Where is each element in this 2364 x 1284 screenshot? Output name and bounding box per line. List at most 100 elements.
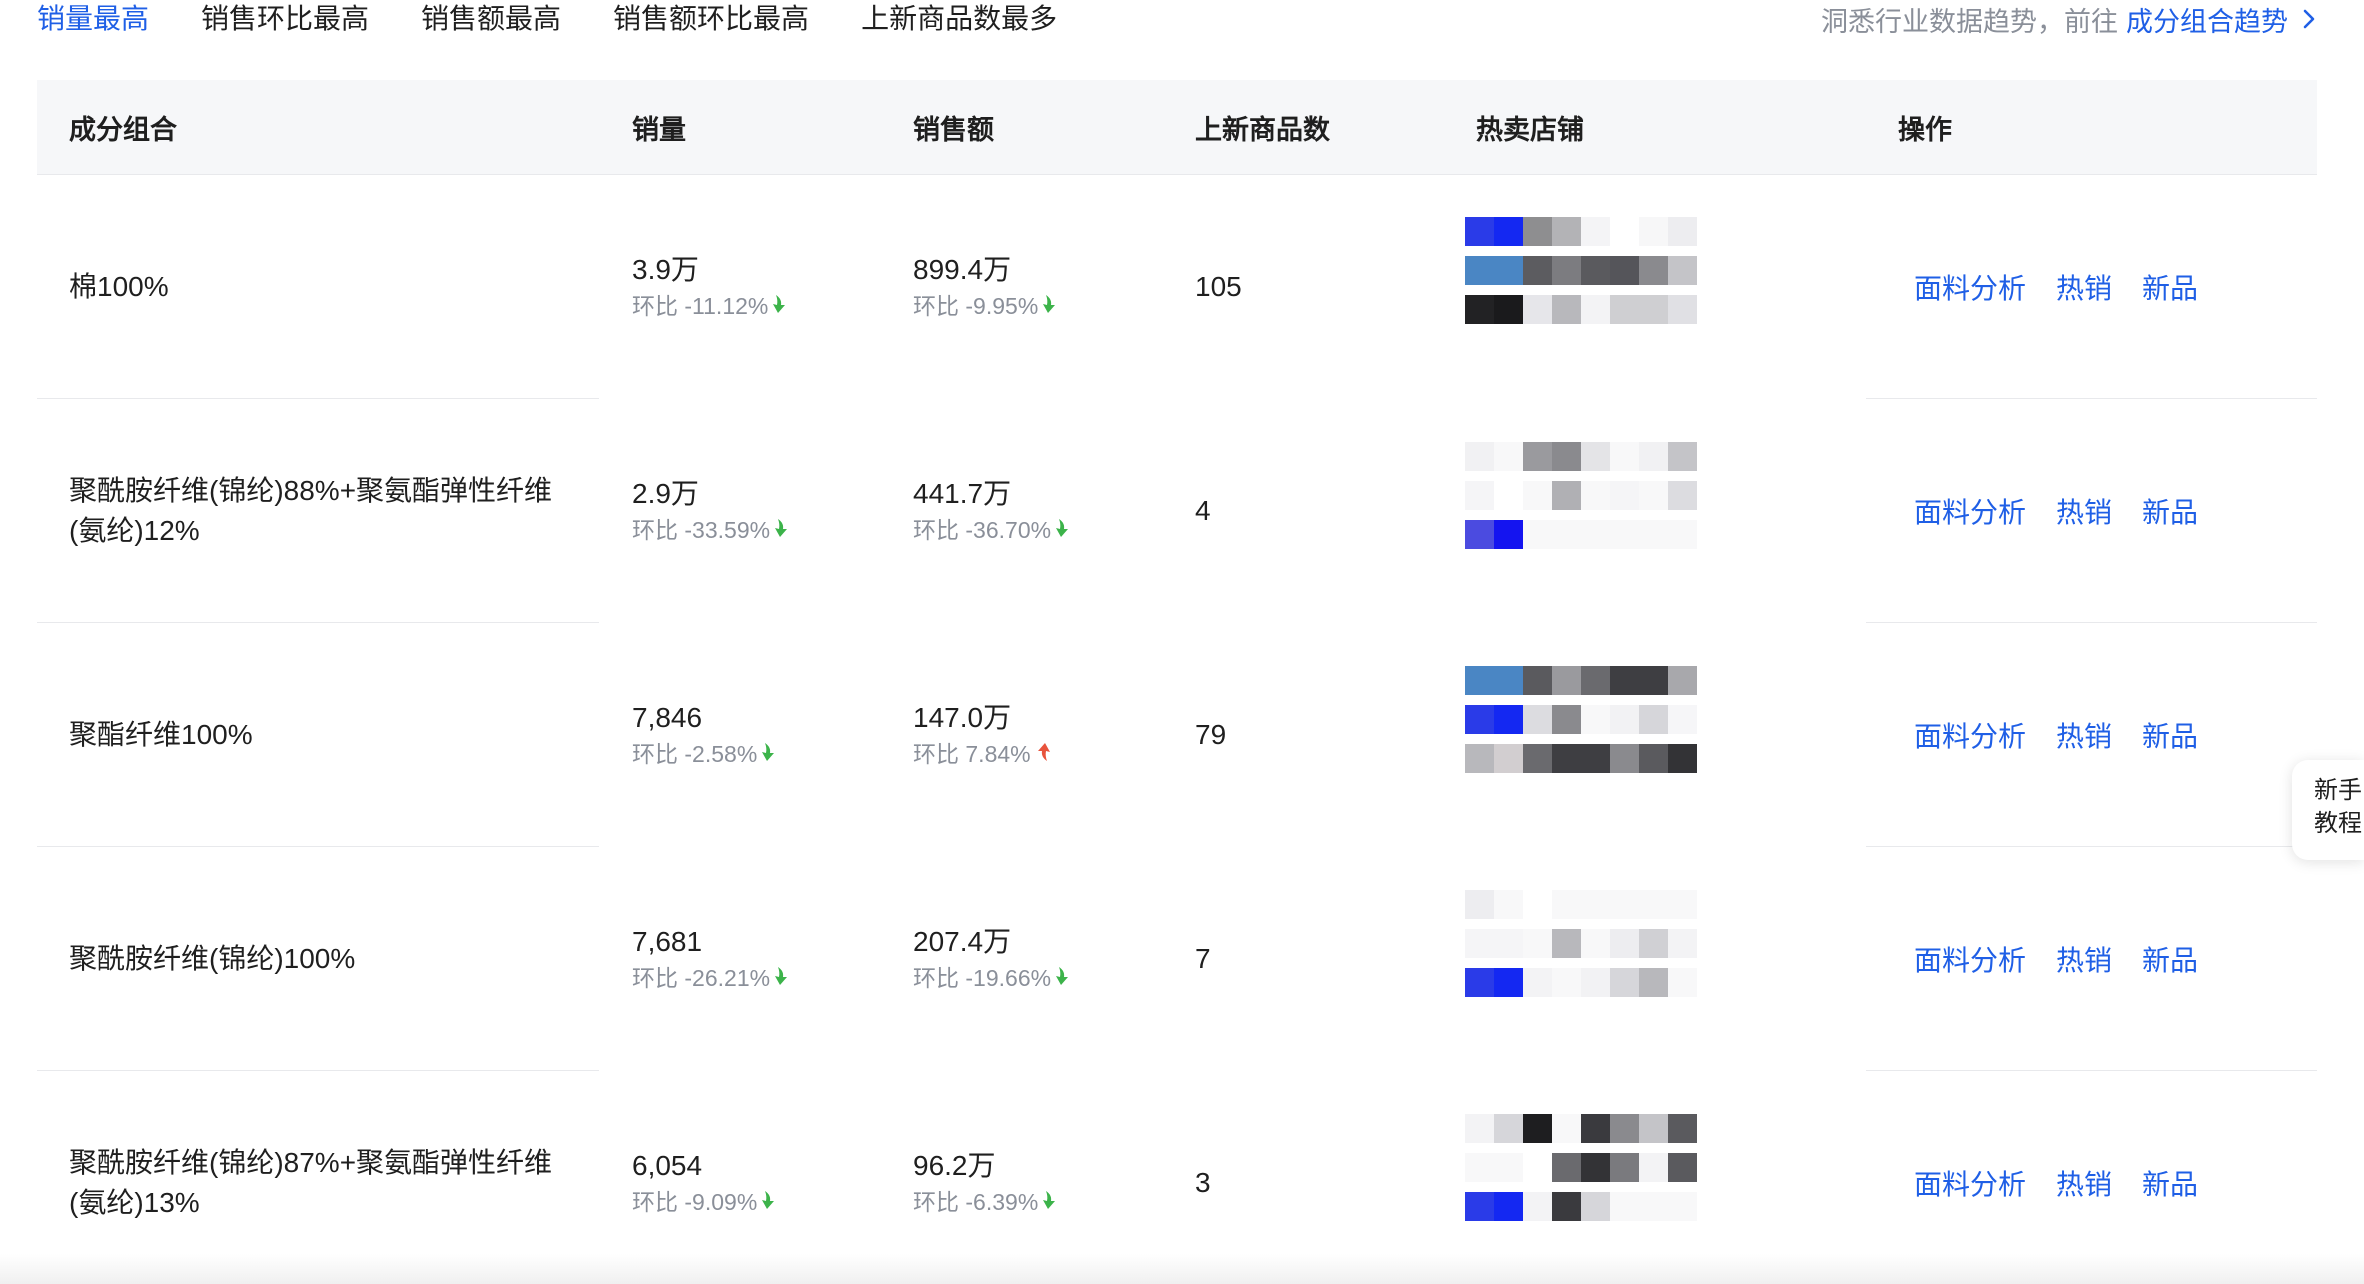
shop-avatar[interactable] bbox=[1465, 295, 1705, 324]
shop-avatar[interactable] bbox=[1465, 1153, 1705, 1182]
shop-avatar-pixel bbox=[1494, 666, 1523, 695]
cell-volume: 7,846 环比 -2.58% bbox=[632, 623, 777, 847]
volume-value: 2.9万 bbox=[632, 478, 699, 509]
arrow-down-icon bbox=[774, 961, 790, 995]
cell-combo: 聚酰胺纤维(锦纶)88%+聚氨酯弹性纤维(氨纶)12% bbox=[69, 399, 589, 623]
shop-avatar-pixel bbox=[1581, 481, 1610, 510]
shop-avatar-pixel bbox=[1668, 744, 1697, 773]
tab-new-items-most[interactable]: 上新商品数最多 bbox=[861, 0, 1057, 38]
shop-avatar[interactable] bbox=[1465, 481, 1705, 510]
shop-avatar-pixel bbox=[1465, 1192, 1494, 1221]
shop-avatar-pixel bbox=[1581, 520, 1610, 549]
shop-avatar-pixel bbox=[1523, 442, 1552, 471]
shop-avatar-pixel bbox=[1494, 295, 1523, 324]
hot-sales-link[interactable]: 热销 bbox=[2056, 939, 2112, 979]
shop-avatar-pixel bbox=[1494, 217, 1523, 246]
new-items-link[interactable]: 新品 bbox=[2142, 715, 2198, 755]
shop-avatar-pixel bbox=[1552, 295, 1581, 324]
shop-avatar-pixel bbox=[1494, 520, 1523, 549]
shop-avatar[interactable] bbox=[1465, 929, 1705, 958]
cell-combo: 棉100% bbox=[69, 175, 589, 399]
new-items-link[interactable]: 新品 bbox=[2142, 939, 2198, 979]
shop-avatar[interactable] bbox=[1465, 968, 1705, 997]
volume-value: 6,054 bbox=[632, 1150, 703, 1181]
volume-change-text: 环比 -26.21% bbox=[632, 965, 771, 991]
shop-avatar-pixel bbox=[1494, 929, 1523, 958]
sales-change-text: 环比 7.84% bbox=[913, 741, 1031, 767]
shop-avatar-pixel bbox=[1668, 1153, 1697, 1182]
shop-avatar-pixel bbox=[1523, 520, 1552, 549]
new-items-link[interactable]: 新品 bbox=[2142, 1163, 2198, 1203]
shop-avatar-pixel bbox=[1639, 1153, 1668, 1182]
shop-avatar[interactable] bbox=[1465, 520, 1705, 549]
shop-avatar-pixel bbox=[1552, 1192, 1581, 1221]
shop-avatar-pixel bbox=[1494, 705, 1523, 734]
shop-avatar[interactable] bbox=[1465, 705, 1705, 734]
shop-avatar-pixel bbox=[1668, 890, 1697, 919]
cell-ops: 面料分析 热销 新品 bbox=[1914, 175, 2228, 399]
hot-sales-link[interactable]: 热销 bbox=[2056, 491, 2112, 531]
tab-revenue-highest[interactable]: 销售额最高 bbox=[421, 0, 561, 38]
fabric-analysis-link[interactable]: 面料分析 bbox=[1914, 715, 2026, 755]
shop-avatar-pixel bbox=[1610, 256, 1639, 285]
cell-new-items: 79 bbox=[1195, 623, 1226, 847]
cell-combo: 聚酰胺纤维(锦纶)87%+聚氨酯弹性纤维(氨纶)13% bbox=[69, 1071, 589, 1284]
shop-avatar-pixel bbox=[1552, 929, 1581, 958]
shop-avatar-pixel bbox=[1668, 520, 1697, 549]
fabric-analysis-link[interactable]: 面料分析 bbox=[1914, 491, 2026, 531]
shop-avatar[interactable] bbox=[1465, 890, 1705, 919]
sales-change-text: 环比 -9.95% bbox=[913, 293, 1039, 319]
tab-volume-highest[interactable]: 销量最高 bbox=[37, 0, 149, 38]
shop-avatar-pixel bbox=[1465, 890, 1494, 919]
tab-revenue-mom-highest[interactable]: 销售额环比最高 bbox=[613, 0, 809, 38]
shop-avatar-pixel bbox=[1581, 744, 1610, 773]
hot-shops bbox=[1465, 623, 1735, 847]
shop-avatar-pixel bbox=[1552, 481, 1581, 510]
arrow-down-icon bbox=[1042, 1185, 1058, 1219]
shop-avatar-pixel bbox=[1581, 890, 1610, 919]
shop-avatar[interactable] bbox=[1465, 217, 1705, 246]
trend-link[interactable]: 成分组合趋势 bbox=[2126, 0, 2316, 39]
new-items-link[interactable]: 新品 bbox=[2142, 267, 2198, 307]
shop-avatar[interactable] bbox=[1465, 744, 1705, 773]
hot-sales-link[interactable]: 热销 bbox=[2056, 1163, 2112, 1203]
cell-volume: 3.9万 环比 -11.12% bbox=[632, 175, 788, 399]
tutorial-widget[interactable]: 新手 教程 bbox=[2292, 760, 2364, 860]
shop-avatar-pixel bbox=[1610, 442, 1639, 471]
cell-sales: 899.4万 环比 -9.95% bbox=[913, 175, 1058, 399]
fabric-analysis-link[interactable]: 面料分析 bbox=[1914, 267, 2026, 307]
shop-avatar-pixel bbox=[1465, 256, 1494, 285]
hot-sales-link[interactable]: 热销 bbox=[2056, 267, 2112, 307]
header-ops: 操作 bbox=[1898, 114, 1952, 145]
fabric-analysis-link[interactable]: 面料分析 bbox=[1914, 1163, 2026, 1203]
volume-change-text: 环比 -9.09% bbox=[632, 1189, 758, 1215]
shop-avatar[interactable] bbox=[1465, 1192, 1705, 1221]
shop-avatar[interactable] bbox=[1465, 256, 1705, 285]
row-actions: 面料分析 热销 新品 bbox=[1914, 715, 2228, 755]
chevron-right-icon bbox=[2303, 9, 2315, 29]
shop-avatar-pixel bbox=[1610, 1114, 1639, 1143]
cell-new-items: 4 bbox=[1195, 399, 1211, 623]
volume-change: 环比 -33.59% bbox=[632, 513, 790, 547]
shop-avatar-pixel bbox=[1610, 968, 1639, 997]
shop-avatar-pixel bbox=[1465, 666, 1494, 695]
shop-avatar-pixel bbox=[1552, 705, 1581, 734]
shop-avatar-pixel bbox=[1523, 968, 1552, 997]
fabric-analysis-link[interactable]: 面料分析 bbox=[1914, 939, 2026, 979]
new-items-link[interactable]: 新品 bbox=[2142, 491, 2198, 531]
arrow-down-icon bbox=[1055, 513, 1071, 547]
sales-change: 环比 -6.39% bbox=[913, 1185, 1058, 1219]
shop-avatar-pixel bbox=[1639, 705, 1668, 734]
sales-change: 环比 7.84% bbox=[913, 737, 1051, 771]
combo-text: 聚酰胺纤维(锦纶)88%+聚氨酯弹性纤维(氨纶)12% bbox=[69, 475, 553, 546]
tab-sales-mom-highest[interactable]: 销售环比最高 bbox=[201, 0, 369, 38]
shop-avatar-pixel bbox=[1494, 968, 1523, 997]
hot-sales-link[interactable]: 热销 bbox=[2056, 715, 2112, 755]
shop-avatar[interactable] bbox=[1465, 442, 1705, 471]
shop-avatar-pixel bbox=[1610, 929, 1639, 958]
shop-avatar-pixel bbox=[1639, 744, 1668, 773]
shop-avatar-pixel bbox=[1523, 1114, 1552, 1143]
shop-avatar[interactable] bbox=[1465, 666, 1705, 695]
shop-avatar[interactable] bbox=[1465, 1114, 1705, 1143]
cell-new-items: 105 bbox=[1195, 175, 1242, 399]
